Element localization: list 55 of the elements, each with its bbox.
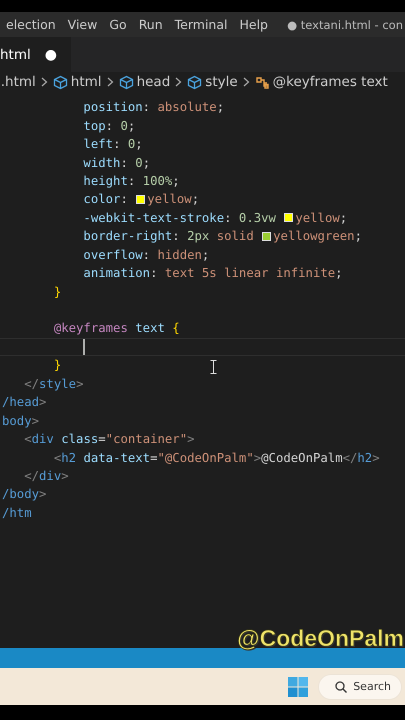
menu-item[interactable]: election — [0, 17, 62, 32]
menu-item[interactable]: Go — [103, 17, 133, 32]
code-text: @keyframes text { — [52, 321, 180, 336]
code-text: position: absolute; — [82, 100, 224, 114]
code-text: yellowgreen; — [273, 229, 362, 244]
chevron-icon — [175, 77, 182, 87]
color-swatch-icon[interactable] — [136, 194, 146, 204]
chevron-icon — [40, 77, 48, 87]
menu-item[interactable]: Run — [132, 17, 169, 32]
code-text: /head> — [2, 395, 46, 410]
code-text: </div> — [23, 468, 69, 483]
cube-icon — [52, 74, 68, 90]
breadcrumb-item[interactable]: i.html — [0, 74, 36, 90]
code-text: -webkit-text-stroke: 0.3vw — [82, 210, 277, 225]
text-cursor — [83, 338, 85, 355]
cube-icon — [118, 74, 134, 90]
code-text: <h2 data-text="@CodeOnPalm">@CodeOnPalm</h2> — [52, 450, 380, 465]
search-button[interactable]: Search — [318, 674, 402, 700]
code-text: } — [52, 358, 62, 372]
menu-item[interactable]: View — [62, 17, 104, 32]
code-text: yellow; — [147, 192, 200, 206]
start-icon[interactable] — [288, 676, 308, 696]
code-text: color: — [82, 192, 129, 206]
color-swatch-icon[interactable] — [284, 213, 294, 222]
breadcrumb-item[interactable]: head — [136, 74, 170, 90]
code-text: </style> — [23, 376, 84, 391]
chevron-icon — [242, 77, 250, 87]
code-text: left: 0; — [82, 137, 143, 152]
code-text: border-right: 2px solid — [82, 229, 255, 244]
cube-icon — [187, 74, 202, 90]
code-text: overflow: hidden; — [82, 248, 210, 262]
code-text: /body> — [2, 487, 46, 502]
code-text: animation: text 5s linear infinite; — [82, 266, 343, 280]
code-text: yellow; — [295, 210, 348, 225]
breadcrumb-item[interactable]: html — [70, 74, 102, 90]
search-icon — [335, 680, 348, 692]
code-text: <div class="container"> — [23, 432, 195, 446]
symbol-icon — [254, 74, 270, 90]
unsaved-dot: ● — [44, 46, 57, 62]
window-title: ● textani.html - con — [286, 18, 404, 32]
code-text: width: 0; — [82, 156, 150, 170]
code-text: } — [52, 284, 62, 299]
menu-item[interactable]: Terminal — [168, 17, 234, 32]
code-text: /htm — [2, 506, 32, 520]
channel-caption: @CodeOnPalm — [237, 625, 404, 651]
chevron-icon — [106, 77, 114, 87]
color-swatch-icon[interactable] — [262, 232, 272, 241]
menu-item[interactable]: Help — [233, 17, 274, 32]
editor-tab[interactable]: html ● — [0, 37, 71, 72]
code-text: top: 0; — [82, 118, 136, 133]
ibeam-cursor-icon — [210, 360, 217, 374]
breadcrumb-item[interactable]: @keyframes text — [272, 74, 388, 90]
code-text: height: 100%; — [82, 174, 180, 188]
breadcrumb-item[interactable]: style — [205, 74, 238, 90]
code-text: body> — [2, 414, 40, 428]
